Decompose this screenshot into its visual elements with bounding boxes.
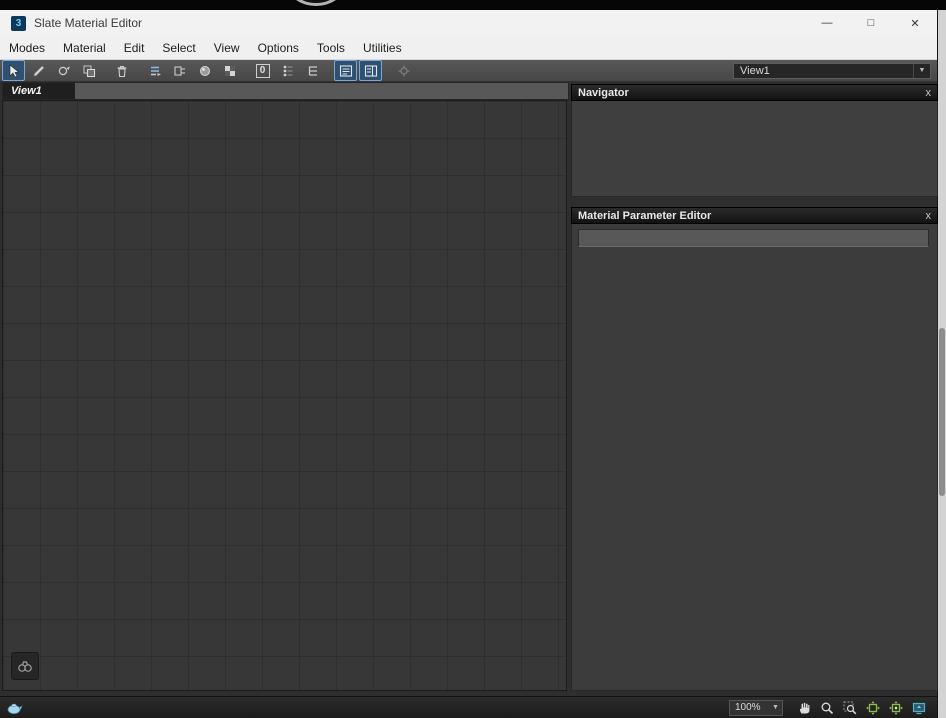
maximize-button[interactable]: □ [849,10,893,36]
layout-children-icon [308,65,317,76]
chevron-down-icon: ▼ [913,63,930,78]
pan-hand-button[interactable] [793,699,814,717]
magnifier-icon [821,702,833,714]
menu-options[interactable]: Options [249,41,308,55]
tab-view1[interactable]: View1 [3,83,75,99]
menu-modes[interactable]: Modes [0,41,54,55]
toolbar: 0 View1 ▼ [0,60,937,82]
navigator-close-icon[interactable]: x [926,87,932,99]
menu-material[interactable]: Material [54,41,115,55]
select-by-material-button[interactable] [392,60,415,81]
move-children-button[interactable] [143,60,166,81]
show-number-icon: 0 [255,63,270,78]
window-title: Slate Material Editor [34,16,143,30]
pan-to-selected-icon [912,702,925,714]
slate-material-editor-window: 3 Slate Material Editor — □ ✕ Modes Mate… [0,10,938,718]
zoom-tool-button[interactable] [816,699,837,717]
hide-unused-nodeslots-button[interactable] [168,60,191,81]
show-background-button[interactable] [218,60,241,81]
checker-icon [224,65,235,76]
window-controls: — □ ✕ [805,10,937,36]
zoom-level-value: 100% [735,702,761,713]
menu-utilities[interactable]: Utilities [354,41,411,55]
put-material-to-scene-button[interactable] [52,60,75,81]
scrollbar-thumb[interactable] [939,328,945,496]
statusbar: 100% ▼ [0,696,937,718]
magnifier-region-icon [843,701,856,714]
view-tab-strip: View1 [2,82,569,100]
titlebar: 3 Slate Material Editor — □ ✕ [0,10,937,36]
navigator-panel-header[interactable]: Navigator x [571,84,938,101]
view-selector-value: View1 [740,64,770,77]
menu-tools[interactable]: Tools [308,41,354,55]
show-parameter-editor-toggle[interactable] [359,60,382,81]
pencil-icon [33,65,44,76]
desktop-circle-decoration [280,0,352,6]
minimize-button[interactable]: — [805,10,849,36]
parameter-editor-panel-header[interactable]: Material Parameter Editor x [571,207,938,224]
menu-edit[interactable]: Edit [115,41,154,55]
material-name-field[interactable] [578,229,929,247]
slate-editor-mini-icon[interactable] [5,701,23,715]
parameter-editor-panel-icon [364,64,377,77]
screen: 3 Slate Material Editor — □ ✕ Modes Mate… [0,0,946,718]
parameter-editor-panel-title: Material Parameter Editor [578,209,712,222]
material-sphere-icon [199,65,210,76]
select-tool-button[interactable] [2,60,25,81]
app-icon: 3 [11,15,26,31]
zoom-extents-icon [865,700,880,715]
overlapping-squares-icon [82,64,95,77]
pan-hand-icon [799,702,809,713]
node-view-canvas[interactable] [2,100,567,691]
layout-all-icon [283,65,292,76]
menubar: Modes Material Edit Select View Options … [0,36,937,60]
layout-all-button[interactable] [276,60,299,81]
menu-view[interactable]: View [205,41,249,55]
zoom-extents-button[interactable] [862,699,883,717]
select-by-material-icon [398,65,409,76]
zoom-region-button[interactable] [839,699,860,717]
show-navigator-toggle[interactable] [334,60,357,81]
view-selector-dropdown[interactable]: View1 ▼ [733,62,931,79]
delete-selected-button[interactable] [110,60,133,81]
pan-to-selected-button[interactable] [908,699,929,717]
layout-children-button[interactable] [301,60,324,81]
search-button[interactable] [11,652,39,680]
desktop-scrollbar[interactable] [938,0,946,718]
desktop-top-strip [0,0,946,10]
show-number-button[interactable]: 0 [251,60,274,81]
zoom-extents-selected-button[interactable] [885,699,906,717]
navigator-panel-title: Navigator [578,86,629,99]
node-slots-icon [173,65,185,76]
navigator-panel-body[interactable] [571,101,938,197]
close-button[interactable]: ✕ [893,10,937,36]
zoom-level-dropdown[interactable]: 100% ▼ [729,699,783,716]
parameter-editor-close-icon[interactable]: x [926,210,932,222]
binoculars-icon [18,661,32,672]
move-children-icon [150,66,161,76]
menu-select[interactable]: Select [153,41,204,55]
teapot-icon [7,703,23,714]
select-arrow-icon [9,63,19,77]
pick-material-button[interactable] [27,60,50,81]
zoom-extents-selected-icon [888,700,903,715]
sphere-arrow-icon [58,66,70,75]
assign-material-button[interactable] [77,60,100,81]
navigator-panel-icon [339,64,352,77]
show-shaded-material-button[interactable] [193,60,216,81]
parameter-editor-panel-body [571,224,938,691]
trash-icon [117,65,126,77]
chevron-down-icon: ▼ [772,704,779,711]
